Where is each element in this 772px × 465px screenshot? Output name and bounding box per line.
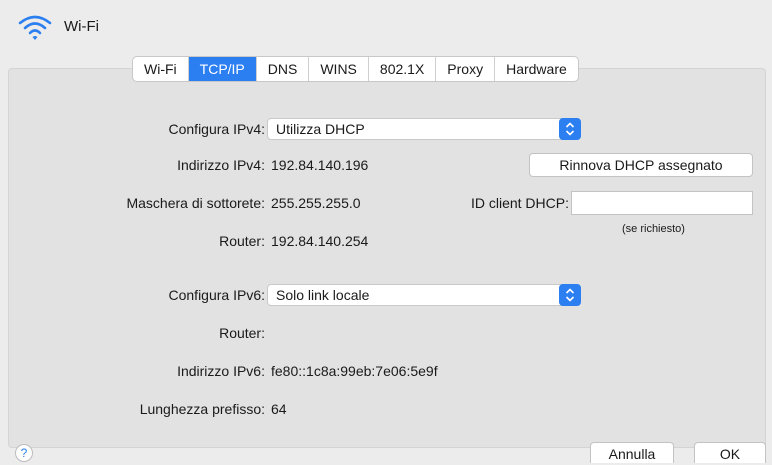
- prefix-length-value: 64: [271, 401, 287, 417]
- tcpip-panel: Configura IPv4: Utilizza DHCP Indirizzo …: [8, 68, 766, 448]
- configure-ipv4-select[interactable]: Utilizza DHCP: [267, 118, 581, 140]
- dhcp-client-id-label: ID client DHCP:: [470, 195, 569, 211]
- configure-ipv4-value: Utilizza DHCP: [276, 121, 365, 137]
- configure-ipv6-select[interactable]: Solo link locale: [267, 284, 581, 306]
- subnet-mask-label: Maschera di sottorete:: [126, 195, 265, 211]
- configure-ipv6-value: Solo link locale: [276, 287, 370, 303]
- wifi-icon: [18, 15, 52, 40]
- prefix-length-label: Lunghezza prefisso:: [139, 401, 265, 417]
- chevron-updown-icon: [559, 284, 581, 306]
- cancel-button[interactable]: Annulla: [590, 442, 674, 463]
- ipv4-address-value: 192.84.140.196: [271, 157, 369, 173]
- tab-8021x[interactable]: 802.1X: [369, 57, 437, 81]
- dhcp-client-id-hint: (se richiesto): [622, 223, 685, 235]
- ipv6-address-label: Indirizzo IPv6:: [177, 363, 265, 379]
- dhcp-client-id-field[interactable]: [571, 191, 753, 215]
- tab-bar: Wi-Fi TCP/IP DNS WINS 802.1X Proxy Hardw…: [132, 56, 579, 82]
- tab-wifi[interactable]: Wi-Fi: [133, 57, 189, 81]
- window-titlebar: Wi-Fi: [0, 0, 772, 56]
- ipv4-router-value: 192.84.140.254: [271, 233, 369, 249]
- subnet-mask-value: 255.255.255.0: [271, 195, 361, 211]
- tab-proxy[interactable]: Proxy: [436, 57, 496, 81]
- configure-ipv6-label: Configura IPv6:: [168, 287, 266, 303]
- tab-wins[interactable]: WINS: [309, 57, 369, 81]
- ipv4-router-label: Router:: [219, 233, 265, 249]
- window-title: Wi-Fi: [64, 18, 99, 35]
- ok-button[interactable]: OK: [694, 442, 766, 463]
- ipv6-address-value: fe80::1c8a:99eb:7e06:5e9f: [271, 363, 438, 379]
- tab-dns[interactable]: DNS: [257, 57, 310, 81]
- renew-dhcp-button[interactable]: Rinnova DHCP assegnato: [529, 153, 753, 177]
- chevron-updown-icon: [559, 118, 581, 140]
- tab-tcpip[interactable]: TCP/IP: [188, 57, 257, 81]
- ipv4-address-label: Indirizzo IPv4:: [177, 157, 265, 173]
- tab-hardware[interactable]: Hardware: [495, 57, 578, 81]
- help-button[interactable]: ?: [15, 444, 33, 462]
- ipv6-router-label: Router:: [219, 325, 265, 341]
- configure-ipv4-label: Configura IPv4:: [168, 121, 266, 137]
